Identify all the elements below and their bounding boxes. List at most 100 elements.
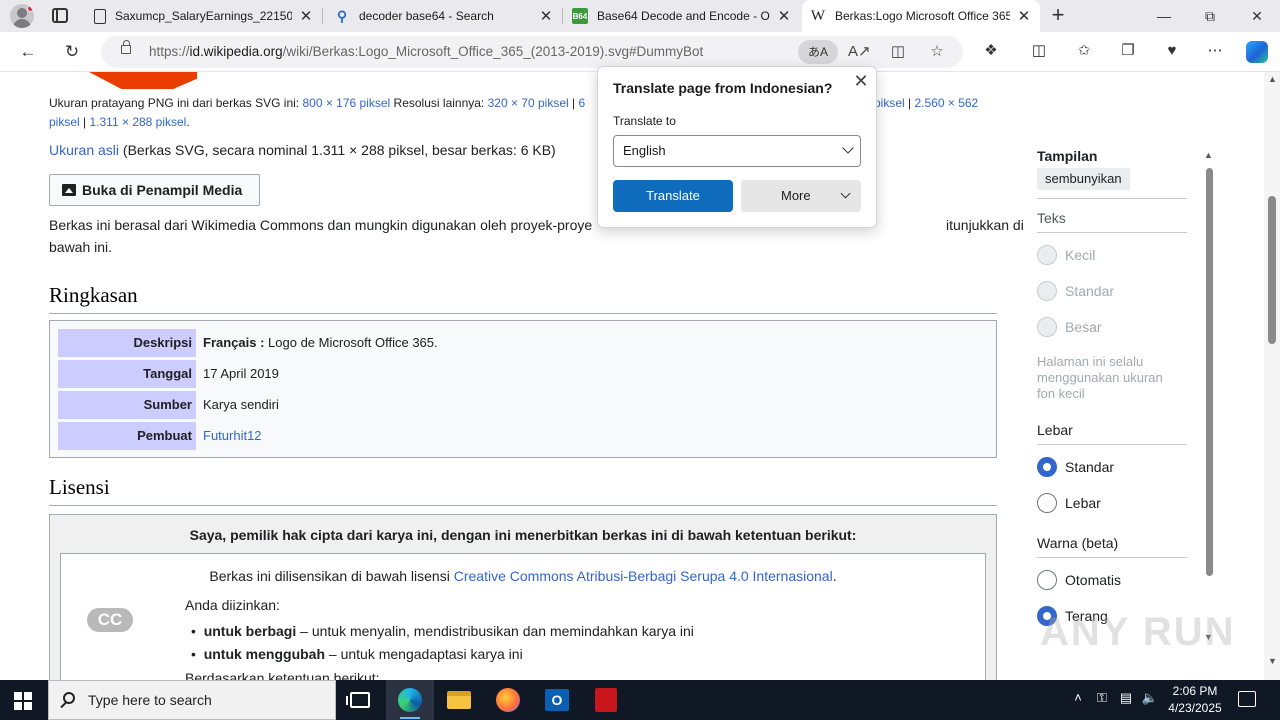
restore-button[interactable]: ⧉	[1187, 0, 1233, 32]
taskbar-file-explorer[interactable]	[435, 680, 483, 720]
show-hidden-icons[interactable]: ˄	[1067, 690, 1089, 705]
lock-icon[interactable]	[121, 40, 131, 54]
license-inner: Berkas ini dilisensikan di bawah lisensi…	[60, 553, 986, 680]
res-320-link[interactable]: 320 × 70 piksel	[488, 96, 569, 110]
text-size-small-radio[interactable]	[1037, 245, 1057, 265]
width-wide-radio[interactable]	[1037, 493, 1057, 513]
hide-appearance-button[interactable]: sembunyikan	[1037, 168, 1130, 190]
commons-note-tail: itunjukkan di	[946, 217, 1024, 233]
back-button[interactable]: ←	[14, 38, 42, 66]
tab-strip: Saxumcp_SalaryEarnings_221505 ✕ ⚲ decode…	[0, 0, 1280, 32]
author-link[interactable]: Futurhit12	[203, 428, 262, 443]
minimize-button[interactable]: —	[1141, 0, 1187, 32]
translate-page-button[interactable]: あA	[798, 40, 838, 64]
text-size-standard-radio[interactable]	[1037, 281, 1057, 301]
res-1311-link[interactable]: 1.311 × 288 piksel	[90, 115, 187, 129]
list-item: • untuk menggubah – untuk mengadaptasi k…	[191, 646, 523, 662]
security-icon[interactable]: ⚿	[1091, 690, 1113, 706]
new-tab-button[interactable]: +	[1047, 4, 1069, 28]
folder-icon	[447, 691, 471, 709]
more-options-button[interactable]: More	[741, 180, 861, 212]
task-view-icon	[346, 692, 370, 708]
tab-base64-decode[interactable]: B64 Base64 Decode and Encode - Onl ✕	[564, 0, 800, 32]
collections-icon[interactable]: ❐	[1117, 40, 1139, 62]
read-aloud-icon[interactable]: A↗	[848, 42, 871, 62]
start-button[interactable]	[14, 692, 32, 710]
color-auto-radio[interactable]	[1037, 570, 1057, 590]
license-heading: Lisensi	[49, 475, 110, 499]
office-logo-image	[89, 72, 197, 89]
close-icon[interactable]: ✕	[852, 72, 870, 90]
original-size-link[interactable]: Ukuran asli	[49, 142, 119, 158]
outlook-icon: O	[545, 689, 569, 711]
immersive-reader-icon[interactable]: ◫	[888, 42, 908, 62]
refresh-button[interactable]: ↻	[58, 38, 86, 66]
close-tab-icon[interactable]: ✕	[538, 7, 554, 25]
taskbar: Type here to search O ˄ ⚿ ▤ 🔈 2:06 PM 4/…	[0, 680, 1280, 720]
appearance-title: Tampilan	[1037, 148, 1098, 164]
page-scroll-thumb[interactable]	[1268, 196, 1276, 344]
res-2560-link[interactable]: 2.560 × 562	[915, 96, 979, 110]
license-text: Berkas ini dilisensikan di bawah lisensi…	[209, 568, 837, 584]
system-clock[interactable]: 2:06 PM 4/23/2025	[1150, 683, 1240, 717]
translate-popup-title: Translate page from Indonesian?	[613, 80, 833, 96]
taskbar-outlook[interactable]: O	[533, 680, 581, 720]
favorites-icon[interactable]: ✩	[1073, 40, 1095, 62]
summary-heading: Ringkasan	[49, 283, 138, 307]
page-scroll-up-icon[interactable]: ▲	[1268, 74, 1277, 84]
search-icon: ⚲	[336, 7, 348, 24]
translate-popup: Translate page from Indonesian? ✕ Transl…	[597, 66, 877, 228]
cc-by-sa-link[interactable]: Creative Commons Atribusi-Berbagi Serupa…	[454, 568, 833, 584]
preview-size-link[interactable]: 800 × 176 piksel	[302, 96, 390, 110]
settings-more-icon[interactable]: ⋯	[1204, 40, 1226, 62]
b64-icon: B64	[572, 8, 588, 24]
taskbar-firefox[interactable]	[484, 680, 532, 720]
copilot-icon[interactable]	[1246, 41, 1268, 63]
text-size-note: Halaman ini selalu menggunakan ukuran fon …	[1037, 354, 1163, 401]
profile-avatar[interactable]	[10, 4, 34, 28]
text-size-large-radio[interactable]	[1037, 317, 1057, 337]
split-screen-icon[interactable]: ◫	[1028, 40, 1050, 62]
open-media-viewer-button[interactable]: Buka di Penampil Media	[49, 174, 260, 206]
license-notice: Saya, pemilik hak cipta dari karya ini, …	[189, 527, 857, 543]
sidebar-scroll-thumb[interactable]	[1206, 168, 1213, 576]
tab-wikipedia-active[interactable]: W Berkas:Logo Microsoft Office 365 ✕	[802, 0, 1040, 32]
taskbar-edge[interactable]	[386, 680, 434, 720]
translate-button[interactable]: Translate	[613, 180, 733, 212]
favorite-star-icon[interactable]: ☆	[927, 42, 947, 62]
url-text[interactable]: https://id.wikipedia.org/wiki/Berkas:Log…	[149, 44, 703, 59]
network-icon[interactable]: ▤	[1115, 690, 1137, 706]
page-scrollbar[interactable]: ▲ ▼	[1264, 72, 1280, 680]
close-tab-icon[interactable]: ✕	[298, 7, 314, 25]
sidebar-scroll-up-icon[interactable]: ▲	[1204, 150, 1213, 160]
page-scroll-down-icon[interactable]: ▼	[1268, 656, 1277, 666]
taskbar-search[interactable]: Type here to search	[48, 680, 336, 720]
width-standard-radio[interactable]	[1037, 457, 1057, 477]
res-tail-link[interactable]: piksel	[874, 96, 905, 110]
edge-icon	[398, 688, 422, 712]
firefox-icon	[496, 688, 520, 712]
address-bar[interactable]: https://id.wikipedia.org/wiki/Berkas:Log…	[101, 36, 963, 68]
wikipedia-icon: W	[810, 7, 826, 24]
close-tab-icon[interactable]: ✕	[1016, 7, 1032, 25]
res-line-2: piksel | 1.311 × 288 piksel.	[49, 115, 190, 129]
taskbar-acrobat[interactable]	[582, 680, 630, 720]
res-tail-piksel-link[interactable]: piksel	[49, 115, 80, 129]
allowed-label: Anda diizinkan:	[185, 597, 280, 613]
browser-essentials-icon[interactable]: ♥	[1161, 40, 1183, 62]
translate-to-label: Translate to	[613, 114, 676, 128]
language-select[interactable]: English	[613, 135, 861, 167]
document-icon	[94, 8, 106, 24]
res-partial-link[interactable]: 6	[578, 96, 585, 110]
color-title: Warna (beta)	[1037, 535, 1119, 551]
task-view-button[interactable]	[336, 680, 384, 720]
tab-actions-icon[interactable]	[52, 8, 68, 23]
tab-decoder-search[interactable]: ⚲ decoder base64 - Search ✕	[326, 0, 562, 32]
original-size-line: Ukuran asli (Berkas SVG, secara nominal …	[49, 142, 556, 158]
notifications-icon[interactable]	[1238, 691, 1256, 707]
extensions-icon[interactable]: ❖	[980, 40, 1002, 62]
tab-salary-earnings[interactable]: Saxumcp_SalaryEarnings_221505 ✕	[86, 0, 322, 32]
close-tab-icon[interactable]: ✕	[776, 7, 792, 25]
watermark-logo: ANY RUN	[1040, 610, 1236, 654]
close-window-button[interactable]: ✕	[1234, 0, 1280, 32]
